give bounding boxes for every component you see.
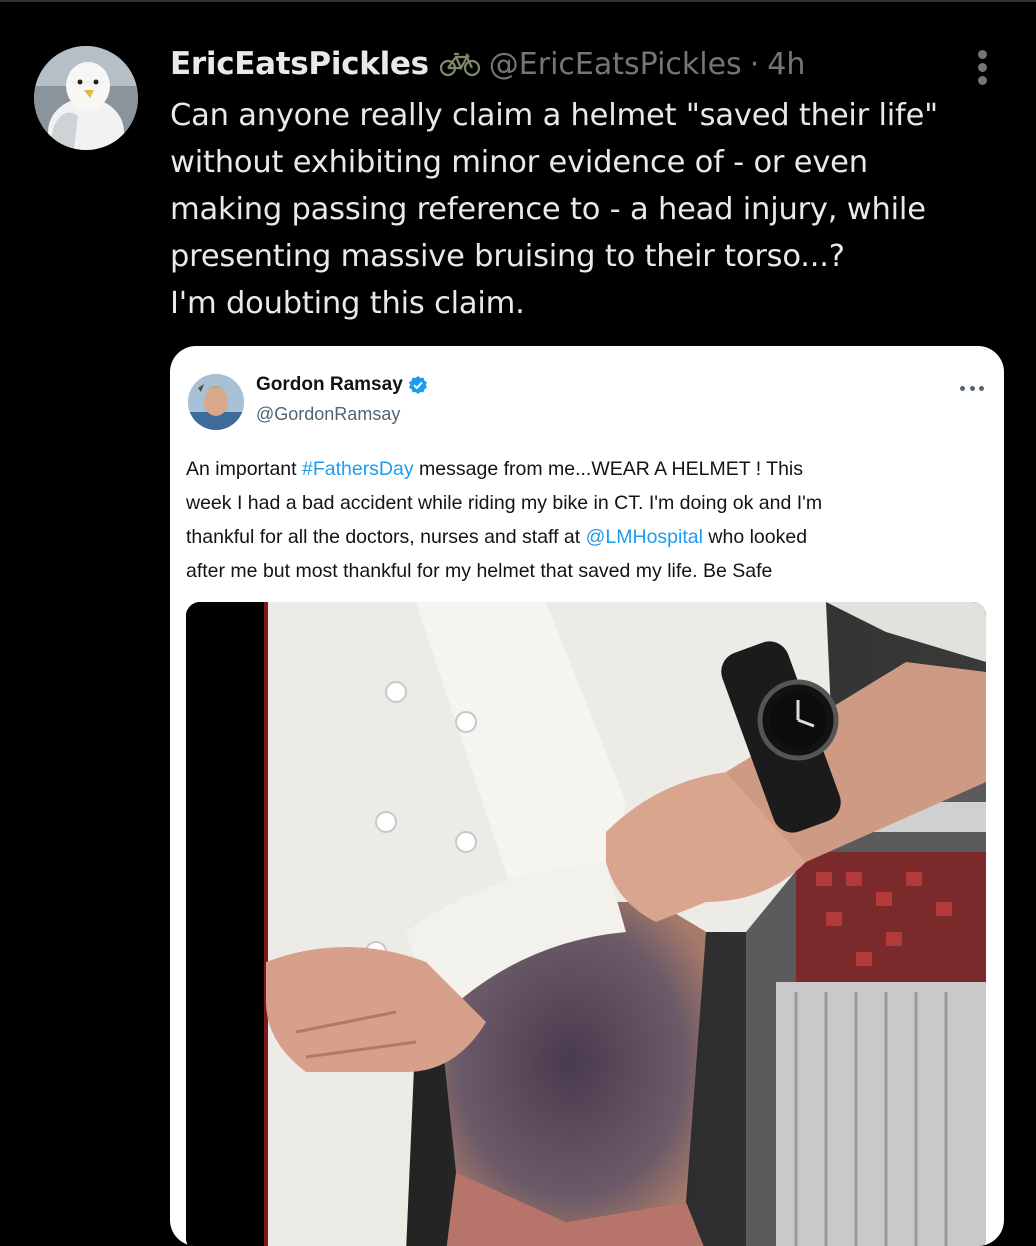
quoted-more-icon[interactable] xyxy=(960,386,984,394)
quoted-text-segment: An important xyxy=(186,458,302,480)
mention-link[interactable]: @LMHospital xyxy=(586,526,703,548)
divider xyxy=(0,0,1036,2)
avatar[interactable] xyxy=(34,46,138,150)
tweet-text-line: without exhibiting minor evidence of - o… xyxy=(170,145,868,180)
quoted-media-image[interactable] xyxy=(186,602,986,1246)
tweet-text: Can anyone really claim a helmet "saved … xyxy=(170,92,1000,327)
tweet-text-line: Can anyone really claim a helmet "saved … xyxy=(170,98,938,133)
quoted-tweet-card[interactable]: Gordon Ramsay @GordonRamsay An important… xyxy=(170,346,1004,1246)
tweet-text-line: making passing reference to - a head inj… xyxy=(170,192,926,227)
verified-badge-icon xyxy=(408,375,428,395)
quoted-text-segment: who looked xyxy=(702,526,808,548)
quoted-name-row: Gordon Ramsay xyxy=(256,374,428,396)
quoted-text-segment: message from me...WEAR A HELMET ! This xyxy=(413,458,804,480)
quoted-tweet-text: An important #FathersDay message from me… xyxy=(186,452,996,588)
quoted-text-line: An important #FathersDay message from me… xyxy=(186,452,996,486)
quoted-avatar[interactable] xyxy=(188,374,244,430)
quoted-text-line: thankful for all the doctors, nurses and… xyxy=(186,520,996,554)
display-name[interactable]: EricEatsPickles xyxy=(170,46,429,82)
handle[interactable]: @EricEatsPickles xyxy=(489,47,742,82)
timestamp[interactable]: 4h xyxy=(767,47,805,82)
quoted-text-line: after me but most thankful for my helmet… xyxy=(186,560,773,582)
tweet-header: EricEatsPickles @EricEatsPickles · 4h xyxy=(170,40,805,88)
tweet-text-line: I'm doubting this claim. xyxy=(170,286,525,321)
quoted-text-line: week I had a bad accident while riding m… xyxy=(186,492,823,514)
quoted-display-name[interactable]: Gordon Ramsay xyxy=(256,374,403,396)
separator: · xyxy=(749,46,760,82)
tweet-text-line: presenting massive bruising to their tor… xyxy=(170,239,845,274)
hashtag-link[interactable]: #FathersDay xyxy=(302,458,414,480)
quoted-handle[interactable]: @GordonRamsay xyxy=(256,404,400,425)
tweet[interactable]: EricEatsPickles @EricEatsPickles · 4h Ca… xyxy=(0,0,1036,1246)
bicycle-icon xyxy=(439,51,481,77)
more-options-icon[interactable] xyxy=(972,50,992,90)
quoted-text-segment: thankful for all the doctors, nurses and… xyxy=(186,526,586,548)
